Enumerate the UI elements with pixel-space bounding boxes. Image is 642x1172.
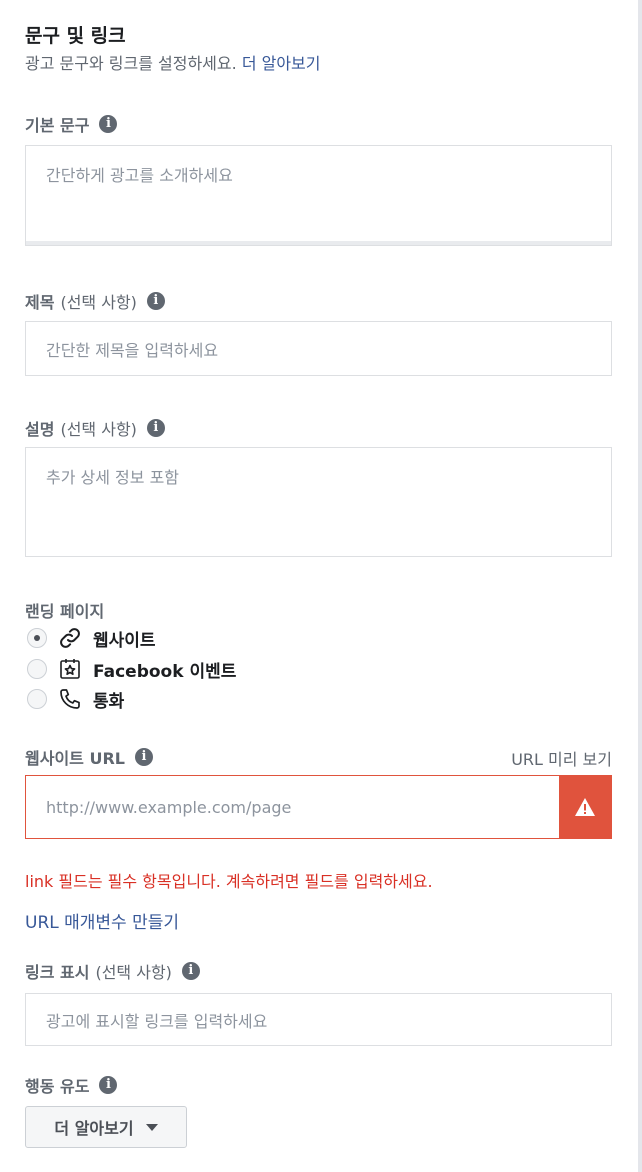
primary-text-label: 기본 문구 i — [25, 112, 118, 136]
radio-label-call: 통화 — [93, 691, 125, 712]
website-url-input-group: http://www.example.com/page — [25, 775, 612, 839]
website-url-placeholder: http://www.example.com/page — [46, 797, 292, 817]
display-link-label-text: 링크 표시 — [25, 963, 90, 982]
website-url-label-text: 웹사이트 URL — [25, 749, 125, 768]
url-parameters-link[interactable]: URL 매개변수 만들기 — [25, 908, 179, 933]
call-to-action-label: 행동 유도 i — [25, 1073, 118, 1097]
headline-placeholder: 간단한 제목을 입력하세요 — [46, 340, 219, 360]
warning-icon — [559, 776, 611, 838]
info-icon[interactable]: i — [146, 292, 165, 310]
optional-tag: (선택 사항) — [95, 963, 172, 982]
description-textarea[interactable]: 추가 상세 정보 포함 — [25, 447, 612, 557]
landing-page-label-text: 랜딩 페이지 — [25, 602, 105, 621]
primary-text-textarea[interactable]: 간단하게 광고를 소개하세요 — [25, 145, 612, 246]
display-link-input[interactable]: 광고에 표시할 링크를 입력하세요 — [25, 993, 612, 1046]
info-icon[interactable]: i — [99, 1076, 118, 1094]
learn-more-link[interactable]: 더 알아보기 — [242, 54, 321, 73]
headline-label: 제목 (선택 사항) i — [25, 289, 165, 313]
info-icon[interactable]: i — [146, 419, 165, 437]
description-label-text: 설명 — [25, 420, 55, 439]
panel-right-border — [638, 0, 642, 1172]
radio-label-website: 웹사이트 — [93, 630, 156, 651]
radio-label-facebook-event: Facebook 이벤트 — [93, 661, 237, 682]
textarea-bottom-bar — [26, 241, 611, 245]
info-icon[interactable]: i — [181, 962, 200, 980]
radio-option-website[interactable]: 웹사이트 — [27, 625, 156, 651]
radio-button[interactable] — [27, 689, 47, 709]
call-to-action-label-text: 행동 유도 — [25, 1077, 90, 1096]
website-url-label: 웹사이트 URL i — [25, 745, 153, 769]
call-to-action-dropdown[interactable]: 더 알아보기 — [25, 1106, 187, 1148]
radio-button[interactable] — [27, 659, 47, 679]
info-icon[interactable]: i — [99, 115, 118, 133]
radio-button-selected[interactable] — [27, 628, 47, 648]
optional-tag: (선택 사항) — [60, 420, 137, 439]
description-placeholder: 추가 상세 정보 포함 — [46, 468, 180, 487]
primary-text-label-text: 기본 문구 — [25, 116, 90, 135]
section-title: 문구 및 링크 — [25, 25, 126, 47]
radio-option-call[interactable]: 통화 — [27, 686, 124, 712]
section-description-text: 광고 문구와 링크를 설정하세요. — [25, 54, 237, 73]
phone-icon — [57, 686, 83, 712]
description-label: 설명 (선택 사항) i — [25, 416, 165, 440]
primary-text-placeholder: 간단하게 광고를 소개하세요 — [46, 166, 233, 185]
section-description: 광고 문구와 링크를 설정하세요. 더 알아보기 — [25, 50, 321, 74]
headline-label-text: 제목 — [25, 293, 55, 312]
display-link-placeholder: 광고에 표시할 링크를 입력하세요 — [46, 1011, 268, 1031]
url-preview-link[interactable]: URL 미리 보기 — [511, 746, 612, 770]
call-to-action-selected: 더 알아보기 — [54, 1119, 134, 1138]
info-icon[interactable]: i — [134, 748, 153, 766]
optional-tag: (선택 사항) — [60, 293, 137, 312]
landing-page-label: 랜딩 페이지 — [25, 598, 104, 622]
caret-down-icon — [145, 1123, 158, 1131]
radio-option-facebook-event[interactable]: Facebook 이벤트 — [27, 656, 236, 682]
link-icon — [57, 625, 83, 651]
event-star-icon — [57, 656, 83, 682]
display-link-label: 링크 표시 (선택 사항) i — [25, 959, 200, 983]
website-url-input[interactable]: http://www.example.com/page — [26, 776, 559, 838]
headline-input[interactable]: 간단한 제목을 입력하세요 — [25, 321, 612, 376]
url-error-message: link 필드는 필수 항목입니다. 계속하려면 필드를 입력하세요. — [25, 872, 433, 891]
